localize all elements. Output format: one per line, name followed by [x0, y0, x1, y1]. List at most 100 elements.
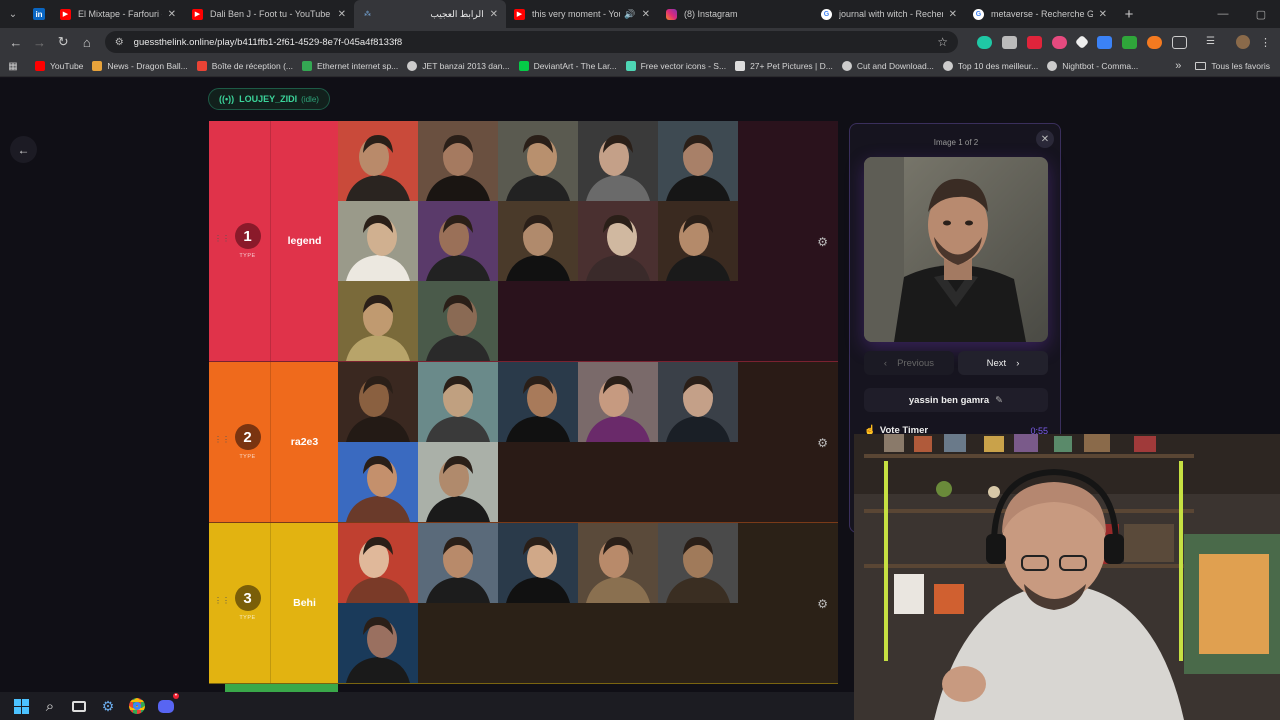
bookmark-item[interactable]: Cut and Download...	[841, 61, 934, 71]
character-thumbnail[interactable]	[338, 281, 418, 361]
close-icon[interactable]: ✕	[168, 9, 176, 20]
character-thumbnail[interactable]	[658, 201, 738, 281]
tab-youtube-dali[interactable]: ▶ Dali Ben J - Foot tu - YouTube ✕	[184, 0, 354, 28]
address-bar[interactable]: ⚙ guessthelink.online/play/b411ffb1-2f61…	[104, 31, 959, 53]
character-thumbnail[interactable]	[418, 121, 498, 201]
puzzle-extensions-icon[interactable]	[1172, 35, 1188, 49]
character-thumbnail[interactable]	[658, 523, 738, 603]
bookmark-item[interactable]: YouTube	[35, 61, 83, 71]
extension-icon[interactable]	[1097, 35, 1113, 49]
tab-youtube-mixtape[interactable]: ▶ El Mixtape - Farfouri - YouTube ✕	[52, 0, 184, 28]
character-thumbnail[interactable]	[578, 121, 658, 201]
close-icon[interactable]: ✕	[1099, 9, 1107, 20]
answer-field[interactable]: yassin ben gamra ✎	[864, 388, 1048, 412]
drag-handle[interactable]: ⋮⋮	[209, 121, 230, 361]
more-bookmarks-icon[interactable]: »	[1175, 60, 1181, 72]
character-thumbnail[interactable]	[338, 603, 418, 683]
tab-instagram[interactable]: (8) Instagram	[658, 0, 813, 28]
bookmark-star-icon[interactable]: ☆	[937, 35, 948, 49]
bookmark-item[interactable]: DeviantArt - The Lar...	[518, 61, 617, 71]
maximize-icon[interactable]: ▢	[1242, 8, 1280, 21]
character-thumbnail[interactable]	[418, 201, 498, 281]
extension-icon[interactable]	[1122, 35, 1138, 49]
more-menu-icon[interactable]: ⋮	[1260, 36, 1275, 49]
character-thumbnail[interactable]	[418, 442, 498, 522]
bookmark-item[interactable]: Boîte de réception (...	[196, 61, 293, 71]
tab-guessthelink[interactable]: ⁂ الرابط العجيب ✕	[354, 0, 506, 28]
forward-arrow-icon[interactable]: →	[28, 35, 52, 50]
reload-icon[interactable]: ↻	[51, 34, 75, 50]
minimize-icon[interactable]: —	[1204, 8, 1242, 21]
chrome-icon[interactable]	[126, 695, 148, 717]
bookmark-item[interactable]: 27+ Pet Pictures | D...	[735, 61, 833, 71]
close-icon[interactable]: ✕	[949, 9, 957, 20]
extension-icon[interactable]	[1052, 35, 1068, 49]
home-icon[interactable]: ⌂	[75, 35, 99, 50]
camera-extension-icon[interactable]	[1002, 35, 1018, 49]
all-bookmarks-button[interactable]: Tous les favoris	[1195, 61, 1270, 71]
extension-icon[interactable]	[1074, 34, 1090, 50]
bookmark-item[interactable]: Nightbot - Comma...	[1047, 61, 1138, 71]
pencil-icon[interactable]: ✎	[995, 395, 1003, 406]
character-thumbnail[interactable]	[498, 523, 578, 603]
linkedin-pinned-tab[interactable]: in	[26, 0, 52, 28]
character-thumbnail[interactable]	[418, 362, 498, 442]
drag-handle[interactable]: ⋮⋮	[209, 523, 230, 683]
tab-search-button[interactable]: ⌄	[0, 0, 26, 28]
gear-icon[interactable]: ⚙	[817, 436, 828, 450]
bookmark-label: Free vector icons - S...	[640, 61, 727, 71]
character-thumbnail[interactable]	[338, 201, 418, 281]
character-thumbnail[interactable]	[498, 201, 578, 281]
tab-youtube-moment[interactable]: ▶ this very moment - YouTube 🔊 ✕	[506, 0, 658, 28]
search-icon[interactable]: ⌕	[39, 695, 61, 717]
extension-icon[interactable]	[977, 35, 993, 49]
portrait-image	[498, 362, 578, 442]
next-button[interactable]: Next ›	[958, 351, 1048, 375]
site-info-icon[interactable]: ⚙	[115, 37, 124, 48]
close-icon[interactable]: ✕	[642, 9, 650, 20]
tab-google-metaverse[interactable]: G metaverse - Recherche Google ✕	[965, 0, 1115, 28]
character-thumbnail[interactable]	[338, 442, 418, 522]
windows-start-icon[interactable]	[10, 695, 32, 717]
drag-handle[interactable]: ⋮⋮	[209, 362, 230, 522]
gear-icon[interactable]: ⚙	[817, 235, 828, 249]
character-thumbnail[interactable]	[498, 121, 578, 201]
extension-icon[interactable]	[1027, 35, 1043, 49]
close-icon[interactable]: ✕	[338, 9, 346, 20]
character-thumbnail[interactable]	[658, 362, 738, 442]
character-thumbnail[interactable]	[418, 523, 498, 603]
speaker-icon[interactable]: 🔊	[624, 9, 635, 20]
bookmark-item[interactable]: Free vector icons - S...	[625, 61, 727, 71]
back-arrow-icon[interactable]: ←	[4, 35, 28, 50]
tier-name[interactable]: ra2e3	[271, 362, 338, 522]
tier-name[interactable]: legend	[271, 121, 338, 361]
tier-name[interactable]: Behi	[271, 523, 338, 683]
character-thumbnail[interactable]	[578, 523, 658, 603]
character-thumbnail[interactable]	[338, 362, 418, 442]
back-button[interactable]: ←	[10, 136, 37, 163]
steam-icon[interactable]: ⚙	[97, 695, 119, 717]
tab-google-journal[interactable]: G journal with witch - Recherche ✕	[813, 0, 965, 28]
character-thumbnail[interactable]	[578, 362, 658, 442]
character-thumbnail[interactable]	[658, 121, 738, 201]
extension-icon[interactable]	[1147, 35, 1163, 49]
bookmark-item[interactable]: JET banzai 2013 dan...	[407, 61, 510, 71]
character-thumbnail[interactable]	[418, 281, 498, 361]
close-icon[interactable]: ✕	[490, 9, 498, 20]
gear-icon[interactable]: ⚙	[817, 597, 828, 611]
character-thumbnail[interactable]	[578, 201, 658, 281]
new-tab-button[interactable]: +	[1115, 0, 1143, 28]
previous-button[interactable]: ‹ Previous	[864, 351, 954, 375]
bookmark-item[interactable]: Top 10 des meilleur...	[942, 61, 1038, 71]
character-thumbnail[interactable]	[498, 362, 578, 442]
bookmark-item[interactable]: Ethernet internet sp...	[302, 61, 398, 71]
profile-avatar-icon[interactable]	[1236, 35, 1251, 49]
task-view-icon[interactable]	[68, 695, 90, 717]
apps-grid-icon[interactable]: ▦	[0, 61, 26, 72]
character-thumbnail[interactable]	[338, 523, 418, 603]
reading-list-icon[interactable]: ☰	[1206, 36, 1226, 49]
character-thumbnail[interactable]	[338, 121, 418, 201]
bookmark-item[interactable]: News - Dragon Ball...	[92, 61, 188, 71]
discord-icon[interactable]: •	[155, 693, 179, 717]
url-text[interactable]: guessthelink.online/play/b411ffb1-2f61-4…	[134, 37, 938, 48]
